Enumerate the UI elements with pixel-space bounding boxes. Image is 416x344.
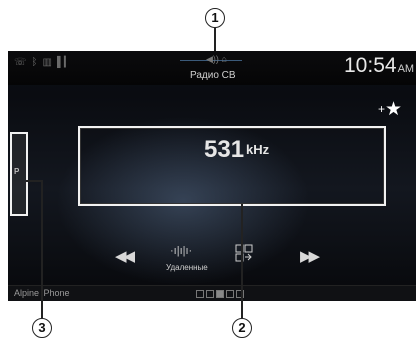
head-unit-screen: ☏ ᛒ ▥ ▌▎ ◀)) ⌂ Радио СВ 10:54AM P +★ 531… xyxy=(8,51,416,301)
star-icon: ★ xyxy=(385,99,403,120)
list-icon[interactable] xyxy=(235,244,253,262)
page-dot xyxy=(196,290,204,298)
page-dot xyxy=(226,290,234,298)
frequency-unit: kHz xyxy=(246,142,270,157)
plus-icon: + xyxy=(378,102,386,116)
source-label: Радио СВ xyxy=(190,70,236,81)
page-dot xyxy=(236,290,244,298)
preset-list-tab[interactable]: P xyxy=(10,132,28,216)
waveform-icon[interactable]: ·ı|ı|ı· xyxy=(170,245,192,257)
callout-3-leader xyxy=(26,180,42,182)
tuner-controls: ◀◀ ·ı|ı|ı· Удаленные ▶▶ xyxy=(8,241,416,281)
page-dot xyxy=(216,290,224,298)
next-track-icon[interactable]: ▶▶ xyxy=(300,247,320,265)
frequency-display[interactable]: 531 kHz xyxy=(78,126,386,206)
prev-track-icon[interactable]: ◀◀ xyxy=(115,247,135,265)
status-icons: ☏ ᛒ ▥ ▌▎ xyxy=(14,57,72,68)
frequency-value: 531 xyxy=(204,136,245,163)
bluetooth-icon: ᛒ xyxy=(31,57,38,68)
seek-mode-label: Удаленные xyxy=(166,263,208,272)
signal-icon: ▌▎ xyxy=(56,57,72,68)
add-favorite-button[interactable]: +★ xyxy=(378,100,402,119)
clock-ampm: AM xyxy=(397,63,415,75)
clock: 10:54AM xyxy=(344,54,414,78)
callout-3: 3 xyxy=(32,318,52,338)
page-dot xyxy=(206,290,214,298)
callout-1: 1 xyxy=(205,8,225,28)
mute-icon: ◀)) ⌂ xyxy=(206,54,227,64)
bottom-bar: Alpine iPhone xyxy=(8,285,416,301)
callout-3-leader-vertical xyxy=(41,180,43,318)
clock-time: 10:54 xyxy=(344,54,397,77)
preset-tab-label: P xyxy=(14,167,20,176)
status-bar: ☏ ᛒ ▥ ▌▎ ◀)) ⌂ Радио СВ 10:54AM xyxy=(8,51,416,85)
callout-2: 2 xyxy=(232,318,252,338)
phone-icon: ☏ xyxy=(14,57,27,68)
callout-2-leader xyxy=(241,204,243,318)
battery-icon: ▥ xyxy=(42,57,52,68)
page-indicator xyxy=(196,290,244,298)
